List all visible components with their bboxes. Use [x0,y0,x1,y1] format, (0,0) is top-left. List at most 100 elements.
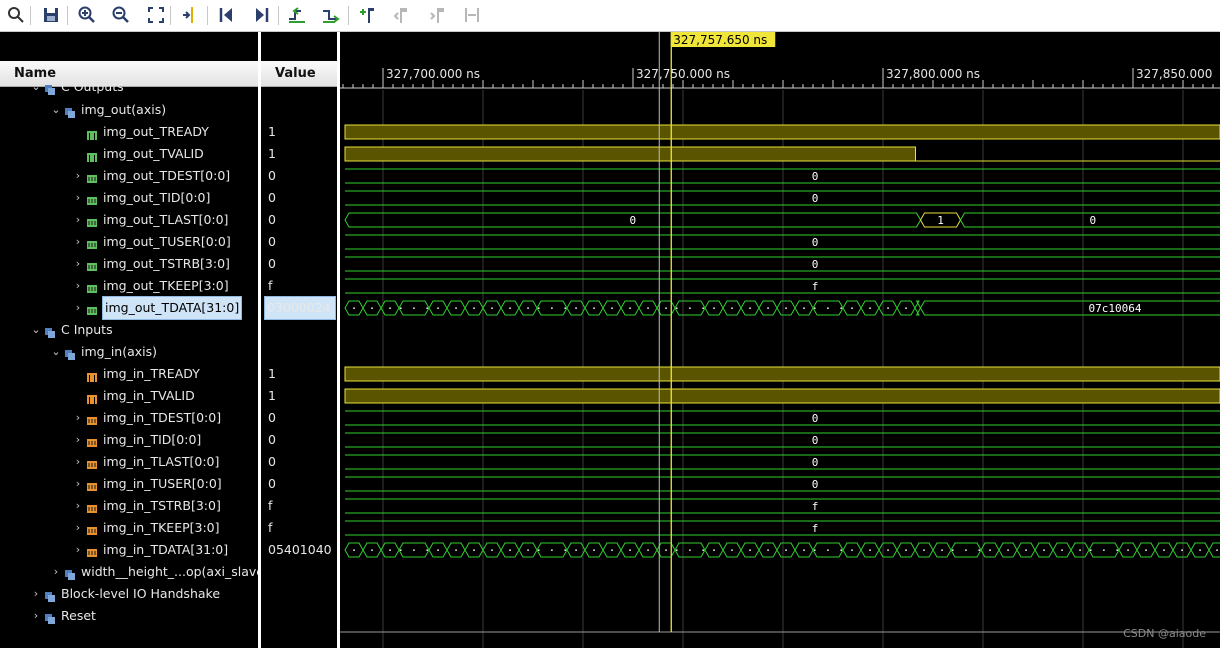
tree-row[interactable]: › img_out_TDEST[0:0] [72,165,230,187]
signal-value: 0 [268,476,276,491]
previous-transition-icon [289,7,305,23]
signal-value: 0 [268,212,276,227]
tree-row[interactable]: › width__height_...op(axi_slave [50,561,258,583]
swap-cursors-button[interactable] [459,3,485,27]
tree-row[interactable]: › img_in_TDEST[0:0] [72,407,221,429]
chevron-right-icon[interactable]: › [72,231,84,253]
chevron-right-icon[interactable]: › [72,209,84,231]
chevron-down-icon[interactable]: ⌄ [50,99,62,121]
chevron-right-icon[interactable]: › [50,561,62,583]
chevron-right-icon[interactable]: › [72,297,84,319]
chevron-right-icon[interactable]: › [30,583,42,605]
search-icon [8,7,24,23]
tree-row[interactable]: › img_out_TDATA[31:0] [72,296,243,320]
tree-row-label: img_out_TREADY [103,124,209,139]
tree-row-label: img_out_TSTRB[3:0] [103,256,230,271]
chevron-right-icon[interactable]: › [72,451,84,473]
wave-bus-value: · [849,544,856,557]
chevron-right-icon[interactable]: › [72,473,84,495]
chevron-right-icon[interactable]: › [72,539,84,561]
tree-row[interactable]: img_in_TREADY [72,363,200,385]
wave-bus-value: · [435,544,442,557]
chevron-right-icon[interactable]: › [72,253,84,275]
wave-bus-value: 0 [812,412,819,425]
tree-row[interactable]: › Reset [30,605,96,627]
add-marker-button[interactable] [354,3,380,27]
wave-bus-value: 0 [1089,214,1096,227]
save-button[interactable] [38,3,64,27]
wave-bus-value: · [525,544,532,557]
interface-icon [64,566,76,580]
wave-bus-value: · [801,544,808,557]
zoom-fit-button[interactable] [143,3,169,27]
chevron-right-icon[interactable]: › [72,495,84,517]
wave-bus-value: · [801,302,808,315]
tree-row[interactable]: › img_out_TUSER[0:0] [72,231,231,253]
chevron-down-icon[interactable]: ⌄ [30,76,42,98]
previous-transition-button[interactable] [284,3,310,27]
tree-row[interactable]: ⌄ img_in(axis) [50,341,157,363]
wave-bus-value: · [987,544,994,557]
tree-row[interactable]: › Block-level IO Handshake [30,583,220,605]
zoom-out-button[interactable] [108,3,134,27]
next-marker-icon [430,8,444,23]
wave-bus-value: · [525,302,532,315]
next-marker-button[interactable] [424,3,450,27]
tree-row[interactable]: › img_in_TLAST[0:0] [72,451,219,473]
go-to-last-time-button[interactable] [248,3,274,27]
wave-bus-value: f [812,280,819,293]
chevron-right-icon[interactable]: › [72,429,84,451]
previous-marker-button[interactable] [389,3,415,27]
tree-row[interactable]: › img_out_TID[0:0] [72,187,210,209]
tree-row[interactable]: › img_in_TDATA[31:0] [72,539,228,561]
tree-row[interactable]: › img_in_TSTRB[3:0] [72,495,221,517]
waveform-canvas[interactable]: 327,700.000 ns 327,750.000 ns 327,800.000 … [340,32,1220,648]
wave-bus-value: 0 [629,214,636,227]
tree-row-label: C Inputs [61,322,113,337]
tree-row[interactable]: img_out_TREADY [72,121,209,143]
chevron-right-icon[interactable]: › [72,187,84,209]
bus-signal-icon [86,280,98,293]
value-column-header[interactable]: Value [261,61,337,87]
bus-signal-icon [86,170,98,183]
tree-row[interactable]: › img_out_TLAST[0:0] [72,209,228,231]
add-marker-icon [360,8,374,23]
tree-row[interactable]: ⌄ img_out(axis) [50,99,166,121]
time-ruler-label: 327,850.000 [1136,67,1212,81]
tree-row[interactable]: › img_in_TUSER[0:0] [72,473,222,495]
wave-bus-value: · [1077,544,1084,557]
chevron-down-icon[interactable]: ⌄ [30,319,42,341]
chevron-right-icon[interactable]: › [72,275,84,297]
next-transition-button[interactable] [318,3,344,27]
go-to-cursor-button[interactable] [177,3,203,27]
tree-row-label: img_out_TKEEP[3:0] [103,278,229,293]
wave-bus-value: · [903,302,910,315]
wave-bus-value: · [867,544,874,557]
chevron-right-icon[interactable]: › [72,407,84,429]
tree-row[interactable]: › img_in_TID[0:0] [72,429,201,451]
bus-signal-icon [86,192,98,205]
chevron-down-icon[interactable]: ⌄ [50,341,62,363]
signal-value: 0 [268,454,276,469]
tree-row-label: img_out_TLAST[0:0] [103,212,229,227]
wave-bus-value: · [1161,544,1168,557]
wave-bus-value: · [729,544,736,557]
tree-row[interactable]: img_in_TVALID [72,385,195,407]
tree-row[interactable]: › img_in_TKEEP[3:0] [72,517,220,539]
wave-bus-value: 0 [812,170,819,183]
chevron-right-icon[interactable]: › [72,165,84,187]
tree-row-label: img_in_TLAST[0:0] [103,454,220,469]
toolbar-separator [170,6,171,25]
chevron-right-icon[interactable]: › [30,605,42,627]
go-to-time-0-button[interactable] [214,3,240,27]
chevron-right-icon[interactable]: › [72,517,84,539]
waveform-svg[interactable]: 327,700.000 ns 327,750.000 ns 327,800.000 … [340,32,1220,648]
tree-row[interactable]: › img_out_TKEEP[3:0] [72,275,229,297]
tree-row[interactable]: ⌄ C Inputs [30,319,113,341]
tree-row[interactable]: img_out_TVALID [72,143,204,165]
search-button[interactable] [3,3,29,27]
wave-bus-value: · [921,544,928,557]
tree-row[interactable]: › img_out_TSTRB[3:0] [72,253,230,275]
zoom-in-button[interactable] [74,3,100,27]
tree-row[interactable]: ⌄ C Outputs [30,76,124,98]
